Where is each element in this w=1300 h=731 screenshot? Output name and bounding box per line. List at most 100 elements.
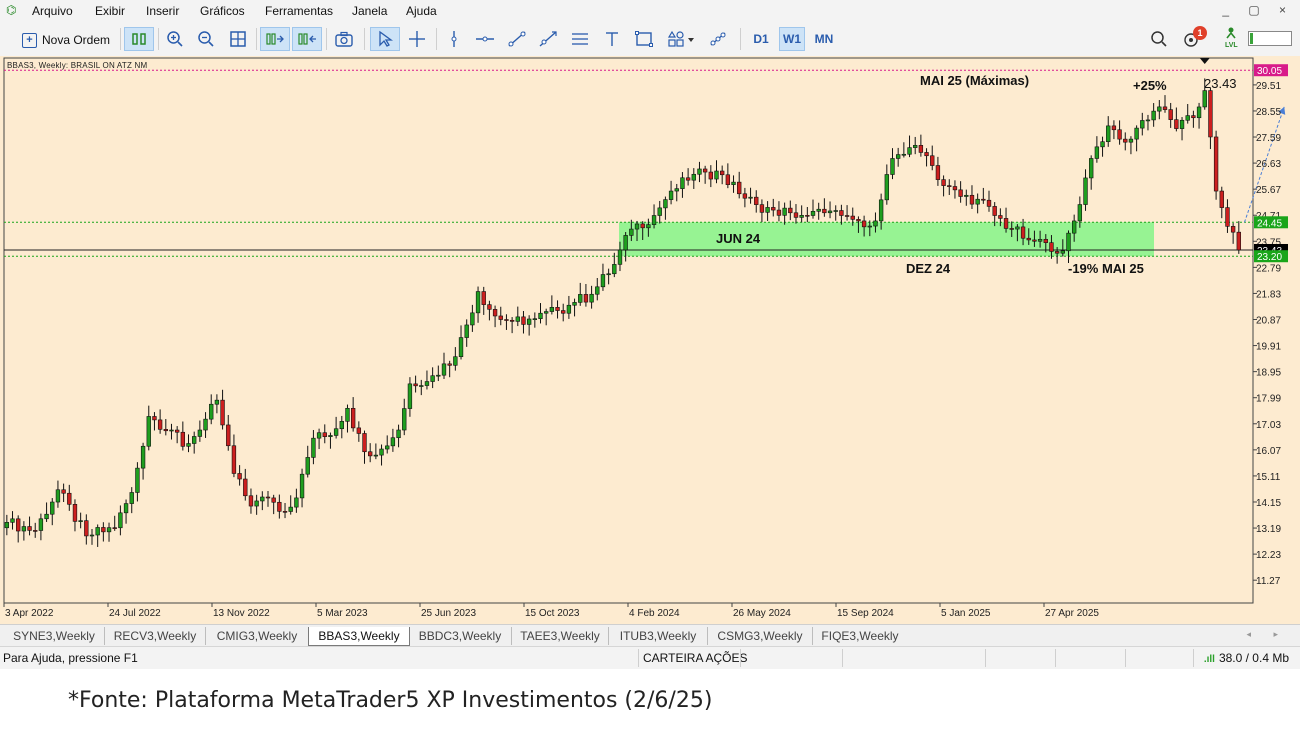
candle-body (1037, 238, 1043, 242)
candle-body (72, 504, 78, 522)
y-tick-label: 21.83 (1256, 289, 1281, 300)
y-tick-label: 17.03 (1256, 420, 1281, 431)
grid-button[interactable] (226, 27, 250, 51)
candle-body (651, 215, 657, 225)
candle-body (606, 273, 611, 276)
candle-body (731, 181, 736, 185)
candle-body (447, 363, 452, 366)
candle-body (697, 168, 702, 175)
y-tick-label: 12.23 (1256, 550, 1281, 561)
channel-button[interactable] (568, 27, 592, 51)
candle-body (316, 432, 322, 439)
help-text: Para Ajuda, pressione F1 (3, 651, 138, 665)
candle-body (95, 527, 100, 536)
app-logo-icon: ⌬ (6, 3, 17, 17)
window-controls[interactable]: _ ▢ × (1222, 3, 1294, 17)
candle-body (322, 432, 327, 437)
candle-body (964, 194, 969, 197)
menu-graficos[interactable]: Gráficos (200, 4, 245, 18)
timeframe-w1[interactable]: W1 (779, 27, 805, 51)
crosshair-icon (409, 31, 425, 47)
tab-bbdc3[interactable]: BBDC3,Weekly (409, 627, 512, 645)
candle-body (776, 209, 782, 216)
text-tool-button[interactable] (600, 27, 624, 51)
candle-body (668, 190, 674, 200)
candle-body (458, 337, 464, 358)
candle-body (566, 304, 572, 314)
candle-body (981, 198, 986, 201)
grid-icon (230, 31, 246, 47)
candle-body (998, 215, 1003, 219)
horizontal-line-button[interactable] (473, 27, 497, 51)
cursor-tool-button[interactable] (370, 27, 400, 51)
tab-syne3[interactable]: SYNE3,Weekly (4, 627, 105, 645)
y-tick-label: 25.67 (1256, 185, 1281, 196)
annotation-zone: JUN 24 (716, 231, 761, 246)
level-button[interactable] (1221, 25, 1241, 41)
zoom-out-button[interactable] (194, 27, 218, 51)
menu-exibir[interactable]: Exibir (95, 4, 125, 18)
menu-arquivo[interactable]: Arquivo (32, 4, 73, 18)
tab-csmg3[interactable]: CSMG3,Weekly (708, 627, 813, 645)
candle-body (333, 428, 339, 436)
candle-body (186, 443, 191, 447)
search-button[interactable] (1148, 27, 1170, 51)
annotation-target-value: 23.43 (1204, 76, 1237, 91)
level-progress-fill (1250, 33, 1253, 44)
objects-tool-button[interactable] (706, 27, 730, 51)
zoom-in-button[interactable] (163, 27, 187, 51)
candle-body (1151, 110, 1156, 121)
candle-body (50, 501, 55, 515)
tab-taee3[interactable]: TAEE3,Weekly (512, 627, 609, 645)
candle-body (640, 223, 645, 229)
tab-itub3[interactable]: ITUB3,Weekly (609, 627, 708, 645)
candle-body (67, 492, 72, 505)
text-icon (606, 32, 618, 46)
candlestick-chart-button[interactable] (124, 27, 154, 51)
trendline-button[interactable] (505, 27, 529, 51)
new-order-button[interactable]: + Nova Ordem (14, 27, 118, 53)
shapes-dropdown-button[interactable] (664, 27, 700, 51)
candle-body (21, 526, 27, 532)
candle-body (509, 319, 515, 322)
candle-body (969, 194, 975, 205)
timeframe-d1[interactable]: D1 (748, 27, 774, 51)
candle-body (248, 495, 254, 507)
vertical-line-button[interactable] (442, 27, 466, 51)
tab-cmig3[interactable]: CMIG3,Weekly (206, 627, 309, 645)
candle-body (833, 210, 838, 212)
tab-bbas3[interactable]: BBAS3,Weekly (308, 627, 410, 646)
candle-body (373, 454, 379, 457)
menu-ferramentas[interactable]: Ferramentas (265, 4, 333, 18)
chart-shift-button[interactable] (292, 27, 322, 51)
candle-body (765, 207, 770, 213)
crosshair-button[interactable] (405, 27, 429, 51)
candle-body (1071, 220, 1077, 234)
rectangle-tool-button[interactable] (632, 27, 656, 51)
tab-scroll-arrows[interactable]: ◂ ▸ (1246, 629, 1288, 640)
candle-body (913, 145, 918, 148)
price-tag-zone-top: 24.45 (1257, 218, 1282, 229)
auto-scroll-button[interactable] (260, 27, 290, 51)
tab-fiqe3[interactable]: FIQE3,Weekly (813, 627, 907, 645)
candle-body (907, 147, 912, 155)
candle-body (10, 518, 15, 523)
timeframe-mn[interactable]: MN (811, 27, 837, 51)
candle-body (629, 228, 634, 236)
candle-body (436, 374, 441, 377)
candle-body (657, 207, 662, 216)
candle-body (992, 206, 997, 216)
menu-janela[interactable]: Janela (352, 4, 387, 18)
menu-inserir[interactable]: Inserir (146, 4, 179, 18)
chart-area[interactable]: MAI 25 (Máximas) +25% 23.43 JUN 24 DEZ 24 -19… (0, 56, 1300, 624)
screenshot-button[interactable] (331, 27, 357, 51)
candle-body (453, 356, 458, 366)
menu-ajuda[interactable]: Ajuda (406, 4, 437, 18)
candlestick-chart[interactable]: MAI 25 (Máximas) +25% 23.43 JUN 24 DEZ 24 -19… (0, 56, 1300, 624)
ray-button[interactable] (536, 27, 560, 51)
candle-body (294, 497, 299, 508)
candle-body (583, 294, 589, 303)
candle-body (526, 318, 532, 325)
candle-body (827, 210, 833, 214)
tab-recv3[interactable]: RECV3,Weekly (105, 627, 206, 645)
